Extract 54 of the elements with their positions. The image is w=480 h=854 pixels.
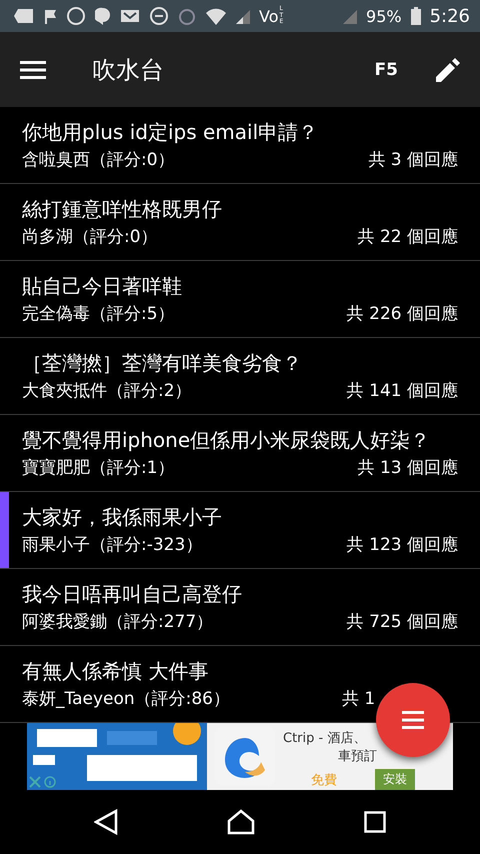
thread-title: 有無人係希慎 大件事 (22, 658, 208, 685)
thread-title: 貼自己今日著咩鞋 (22, 273, 182, 300)
thread-author: 阿婆我愛鋤（評分:277） (22, 611, 214, 634)
thread-author: 泰妍_Taeyeon（評分:86） (22, 688, 230, 711)
signal-icon (236, 8, 250, 24)
flag-icon (43, 8, 57, 24)
do-not-disturb-icon (149, 6, 169, 26)
reply-count: 共 123 個回應 (346, 534, 458, 557)
thread-title: 絲打鍾意咩性格既男仔 (22, 196, 222, 223)
ad-app-name: 車預訂 (338, 748, 377, 765)
reply-count: 共 226 個回應 (346, 303, 458, 326)
thread-title: ［荃灣撚］荃灣有咩美食劣食？ (22, 350, 302, 377)
thread-title: 我今日唔再叫自己高登仔 (22, 581, 242, 608)
battery-percent: 95% (366, 6, 402, 26)
thread-author: 含啦臭西（評分:0） (22, 149, 175, 172)
clock: 5:26 (430, 6, 470, 26)
reply-count: 共 13 個回應 (358, 457, 458, 480)
back-icon[interactable] (94, 809, 118, 835)
thread-title: 大家好，我係雨果小子 (22, 504, 222, 531)
signal-icon (343, 8, 358, 24)
thread-author: 大食夾抵件（評分:2） (22, 380, 192, 403)
ad-price: 免費 (311, 772, 337, 788)
screen-title: 吹水台 (92, 54, 165, 86)
thread-author: 尚多湖（評分:0） (22, 226, 158, 249)
thread-row[interactable]: 絲打鍾意咩性格既男仔 尚多湖（評分:0） 共 22 個回應 (0, 184, 480, 261)
menu-icon[interactable] (20, 60, 46, 78)
reply-count: 共 22 個回應 (358, 226, 458, 249)
thread-row[interactable]: 大家好，我係雨果小子 雨果小子（評分:-323） 共 123 個回應 (0, 492, 480, 569)
thread-row[interactable]: 貼自己今日著咩鞋 完全偽毒（評分:5） 共 226 個回應 (0, 261, 480, 338)
thread-author: 雨果小子（評分:-323） (22, 534, 202, 557)
ad-app-name: Ctrip - 酒店、 (283, 730, 366, 747)
recents-icon[interactable] (364, 811, 386, 833)
home-icon[interactable] (226, 809, 255, 835)
wifi-icon (205, 7, 227, 25)
menu-icon (402, 711, 424, 729)
thread-row[interactable]: 我今日唔再叫自己高登仔 阿婆我愛鋤（評分:277） 共 725 個回應 (0, 569, 480, 646)
pencil-icon[interactable] (436, 58, 460, 82)
reply-count: 共 3 個回應 (368, 149, 458, 172)
battery-icon (410, 7, 421, 25)
reply-count: 共 141 個回應 (346, 380, 458, 403)
chat-icon (95, 7, 111, 25)
reply-count: 共 725 個回應 (346, 611, 458, 634)
thread-author: 完全偽毒（評分:5） (22, 303, 175, 326)
thread-row[interactable]: ［荃灣撚］荃灣有咩美食劣食？ 大食夾抵件（評分:2） 共 141 個回應 (0, 338, 480, 415)
thread-row[interactable]: 覺不覺得用iphone但係用小米尿袋既人好柒？ 寶寶肥肥（評分:1） 共 13 個回應 (0, 415, 480, 492)
network-label: Vo (259, 6, 278, 26)
thread-title: 覺不覺得用iphone但係用小米尿袋既人好柒？ (22, 427, 430, 454)
refresh-button[interactable]: F5 (374, 60, 398, 80)
mail-icon (120, 8, 140, 24)
menu-fab[interactable] (376, 683, 450, 757)
reply-count: 共 1 (342, 688, 376, 711)
thread-author: 寶寶肥肥（評分:1） (22, 457, 175, 480)
thread-title: 你地用plus id定ips email申請？ (22, 119, 318, 146)
thread-row[interactable]: 你地用plus id定ips email申請？ 含啦臭西（評分:0） 共 3 個回應 (0, 107, 480, 184)
